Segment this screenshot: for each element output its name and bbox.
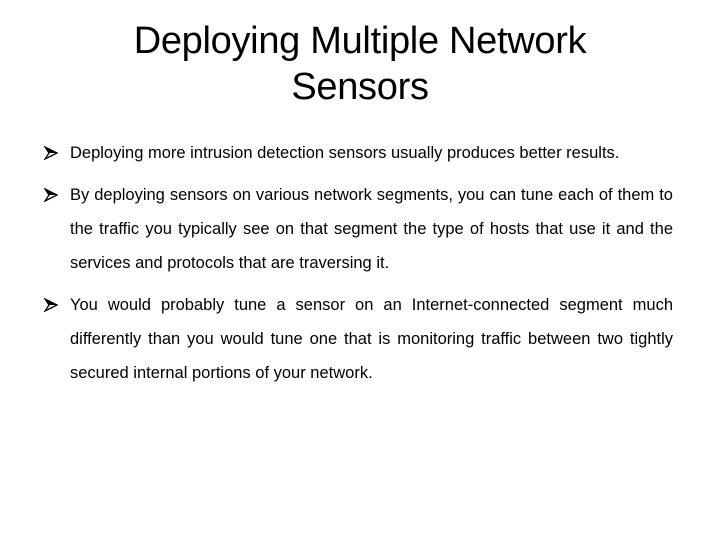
- arrow-bullet-icon: [44, 288, 60, 322]
- bullet-item: Deploying more intrusion detection senso…: [42, 136, 673, 170]
- bullet-text: Deploying more intrusion detection senso…: [70, 144, 620, 162]
- bullet-text: You would probably tune a sensor on an I…: [70, 296, 673, 382]
- arrow-bullet-icon: [44, 136, 60, 170]
- bullet-text: By deploying sensors on various network …: [70, 186, 673, 272]
- bullet-item: You would probably tune a sensor on an I…: [42, 288, 673, 390]
- bullet-list: Deploying more intrusion detection senso…: [42, 136, 673, 390]
- bullet-item: By deploying sensors on various network …: [42, 178, 673, 280]
- slide-title: Deploying Multiple Network Sensors: [133, 20, 587, 108]
- arrow-bullet-icon: [44, 178, 60, 212]
